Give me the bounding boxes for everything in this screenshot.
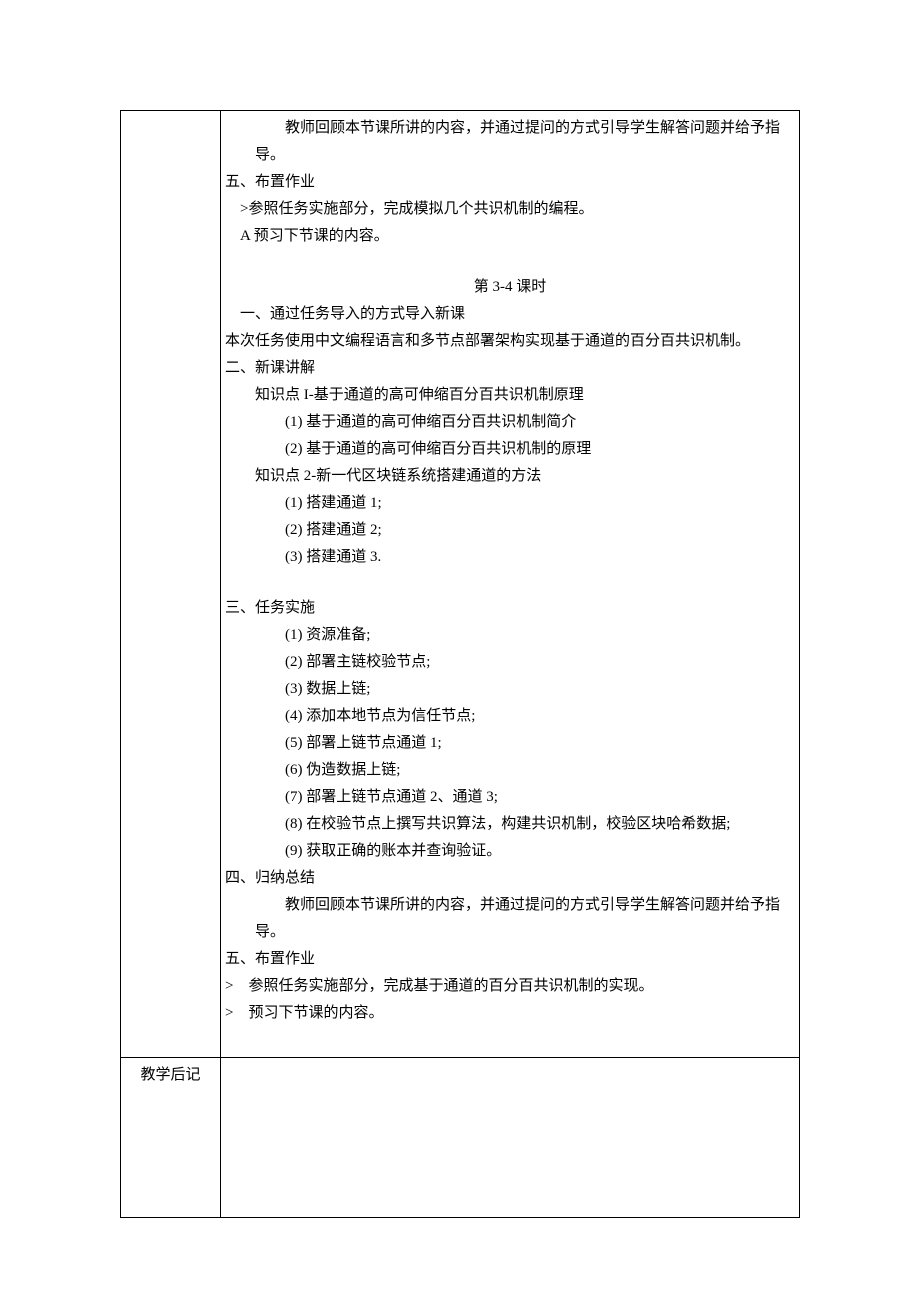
hw-item-1b: > 参照任务实施部分，完成基于通道的百分百共识机制的实现。 [225,978,654,994]
section-1-body: 本次任务使用中文编程语言和多节点部署架构实现基于通道的百分百共识机制。 [225,333,750,349]
notes-content-cell [221,1058,800,1218]
task-1: (1) 资源准备; [225,622,795,649]
section-4-heading: 四、归纳总结 [225,870,315,886]
lesson-table: 教师回顾本节课所讲的内容，并通过提问的方式引导学生解答问题并给予指导。 五、布置… [120,110,800,1218]
kp1-item-2: (2) 基于通道的高可伸缩百分百共识机制的原理 [225,436,795,463]
kp1-title: 知识点 I-基于通道的高可伸缩百分百共识机制原理 [225,382,795,409]
notes-row: 教学后记 [121,1058,800,1218]
task-9: (9) 获取正确的账本并查询验证。 [225,838,795,865]
content-side-cell [121,111,221,1058]
page: 教师回顾本节课所讲的内容，并通过提问的方式引导学生解答问题并给予指导。 五、布置… [0,0,920,1301]
kp1-item-1: (1) 基于通道的高可伸缩百分百共识机制简介 [225,409,795,436]
kp2-title: 知识点 2-新一代区块链系统搭建通道的方法 [225,463,795,490]
section-1-heading: 一、通过任务导入的方式导入新课 [225,301,795,328]
section-5b-heading: 五、布置作业 [225,951,315,967]
section-2-heading: 二、新课讲解 [225,360,315,376]
hw-item-2a: A 预习下节课的内容。 [225,223,795,250]
task-5: (5) 部署上链节点通道 1; [225,730,795,757]
task-8: (8) 在校验节点上撰写共识算法，构建共识机制，校验区块哈希数据; [225,811,795,838]
kp2-item-3: (3) 搭建通道 3. [225,544,795,571]
task-3: (3) 数据上链; [225,676,795,703]
section-5a-heading: 五、布置作业 [225,174,315,190]
task-6: (6) 伪造数据上链; [225,757,795,784]
task-7: (7) 部署上链节点通道 2、通道 3; [225,784,795,811]
section-4-body: 教师回顾本节课所讲的内容，并通过提问的方式引导学生解答问题并给予指导。 [225,892,795,946]
hw-item-1a: >参照任务实施部分，完成模拟几个共识机制的编程。 [225,196,795,223]
task-4: (4) 添加本地节点为信任节点; [225,703,795,730]
period-title: 第 3-4 课时 [225,274,795,301]
kp2-item-2: (2) 搭建通道 2; [225,517,795,544]
kp2-item-1: (1) 搭建通道 1; [225,490,795,517]
task-2: (2) 部署主链校验节点; [225,649,795,676]
content-row: 教师回顾本节课所讲的内容，并通过提问的方式引导学生解答问题并给予指导。 五、布置… [121,111,800,1058]
review-paragraph: 教师回顾本节课所讲的内容，并通过提问的方式引导学生解答问题并给予指导。 [225,115,795,169]
section-3-heading: 三、任务实施 [225,600,315,616]
content-main-cell: 教师回顾本节课所讲的内容，并通过提问的方式引导学生解答问题并给予指导。 五、布置… [221,111,800,1058]
hw-item-2b: > 预习下节课的内容。 [225,1005,384,1021]
notes-label-cell: 教学后记 [121,1058,221,1218]
